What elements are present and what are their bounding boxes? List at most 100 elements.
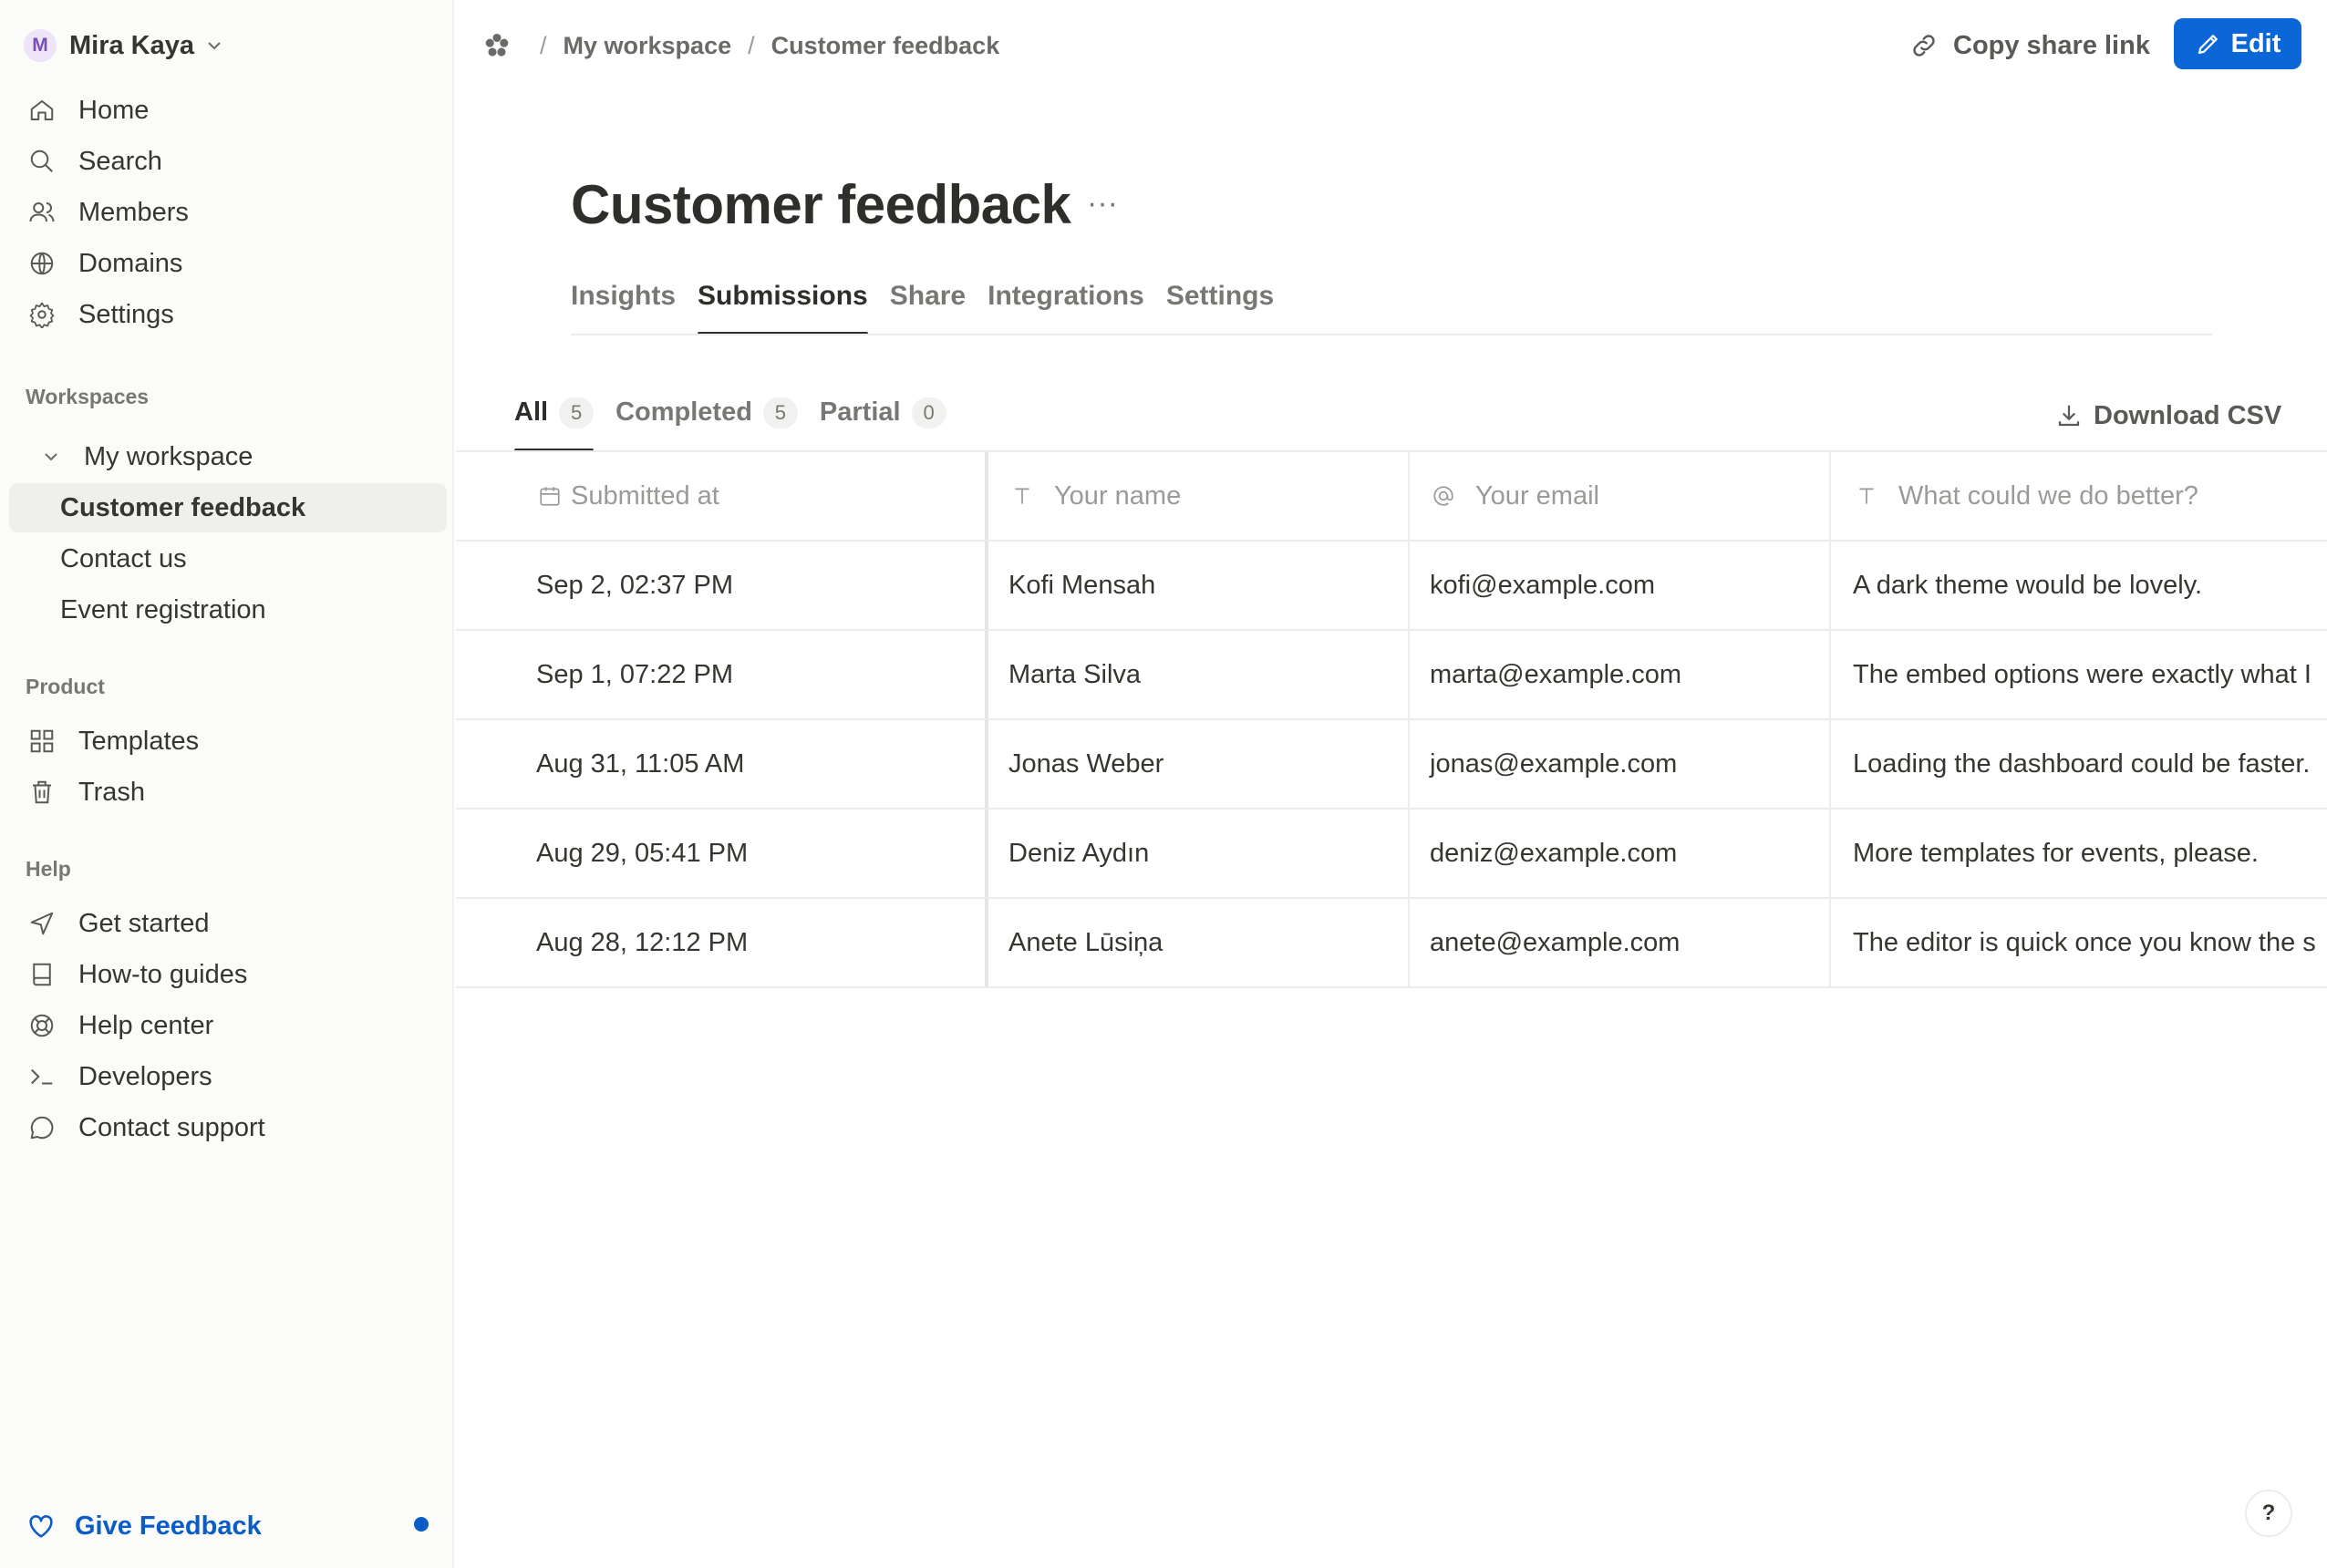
- sidebar-item-contact-support[interactable]: Contact support: [9, 1103, 447, 1152]
- sidebar-item-label: Members: [78, 197, 189, 227]
- chevron-down-icon: [205, 36, 223, 55]
- cell-feedback: The embed options were exactly what I: [1853, 659, 2311, 689]
- sidebar-item-templates[interactable]: Templates: [9, 717, 447, 766]
- sidebar-item-get-started[interactable]: Get started: [9, 899, 447, 948]
- copy-share-link-button[interactable]: Copy share link: [1909, 26, 2150, 66]
- sidebar-item-settings[interactable]: Settings: [9, 290, 447, 339]
- table-row[interactable]: Aug 31, 11:05 AM Jonas Weber jonas@examp…: [456, 720, 2327, 810]
- edit-button[interactable]: Edit: [2174, 18, 2301, 69]
- search-icon: [26, 148, 58, 175]
- copy-share-link-label: Copy share link: [1953, 30, 2150, 60]
- tab-submissions[interactable]: Submissions: [698, 275, 868, 335]
- sidebar-item-label: Get started: [78, 908, 210, 938]
- filter-all[interactable]: All 5: [514, 394, 595, 452]
- more-options-button[interactable]: ···: [1087, 186, 1118, 222]
- sidebar-item-label: Contact support: [78, 1112, 265, 1142]
- column-header-submitted-at[interactable]: Submitted at: [456, 452, 988, 540]
- globe-icon: [26, 250, 58, 277]
- cell-your-email: marta@example.com: [1410, 631, 1831, 718]
- cell-submitted-at: Sep 2, 02:37 PM: [456, 542, 988, 629]
- cell-submitted-at: Aug 31, 11:05 AM: [456, 720, 988, 808]
- table-header-row: Submitted at Your name Your email What c…: [456, 452, 2327, 542]
- heart-icon: [29, 1515, 53, 1538]
- filter-partial[interactable]: Partial 0: [820, 394, 946, 452]
- column-header-label: Your email: [1475, 480, 1599, 511]
- sidebar-item-label: How-to guides: [78, 959, 248, 989]
- sidebar-form-customer-feedback[interactable]: Customer feedback: [9, 483, 447, 532]
- user-menu[interactable]: M Mira Kaya: [24, 26, 223, 66]
- table-row[interactable]: Sep 2, 02:37 PM Kofi Mensah kofi@example…: [456, 542, 2327, 631]
- sidebar-form-event-registration[interactable]: Event registration: [9, 585, 447, 634]
- page-title: Customer feedback: [571, 174, 1071, 235]
- cell-your-name: Jonas Weber: [988, 720, 1410, 808]
- sidebar-item-home[interactable]: Home: [9, 86, 447, 135]
- cell-feedback: The editor is quick once you know the s: [1853, 927, 2316, 957]
- grid-icon: [26, 727, 58, 755]
- terminal-icon: [26, 1063, 58, 1090]
- submission-filters: All 5 Completed 5 Partial 0: [514, 394, 968, 452]
- cell-feedback: Loading the dashboard could be faster.: [1853, 748, 2311, 779]
- cell-your-name: Marta Silva: [988, 631, 1410, 718]
- cell-submitted-at: Aug 29, 05:41 PM: [456, 810, 988, 897]
- cell-your-email: anete@example.com: [1410, 899, 1831, 986]
- give-feedback-button[interactable]: Give Feedback: [26, 1504, 262, 1548]
- workspace-toggle[interactable]: My workspace: [9, 432, 447, 481]
- cell-submitted-at: Sep 1, 07:22 PM: [456, 631, 988, 718]
- help-button[interactable]: ?: [2245, 1490, 2292, 1537]
- trash-icon: [26, 779, 58, 806]
- notification-dot: [414, 1517, 429, 1532]
- members-icon: [26, 199, 58, 226]
- sidebar-item-trash[interactable]: Trash: [9, 768, 447, 817]
- text-type-icon: [1008, 482, 1036, 510]
- breadcrumb-separator: /: [540, 31, 547, 59]
- download-csv-label: Download CSV: [2094, 400, 2282, 430]
- sidebar-item-developers[interactable]: Developers: [9, 1052, 447, 1101]
- sidebar: M Mira Kaya Home Search Members Domains …: [0, 0, 454, 1568]
- tab-share[interactable]: Share: [890, 275, 966, 335]
- workspace-logo-icon: [481, 30, 512, 61]
- column-header-label: Your name: [1054, 480, 1182, 511]
- filter-label: Partial: [819, 397, 901, 427]
- top-bar: / My workspace / Customer feedback Copy …: [456, 0, 2327, 89]
- tab-insights[interactable]: Insights: [571, 275, 676, 335]
- chevron-down-icon: [42, 448, 60, 466]
- column-header-your-name[interactable]: Your name: [988, 452, 1410, 540]
- column-header-label: Submitted at: [571, 480, 719, 511]
- download-csv-button[interactable]: Download CSV: [2055, 396, 2281, 436]
- avatar: M: [24, 29, 57, 62]
- table-row[interactable]: Aug 28, 12:12 PM Anete Lūsiņa anete@exam…: [456, 899, 2327, 988]
- sidebar-item-domains[interactable]: Domains: [9, 239, 447, 288]
- column-header-your-email[interactable]: Your email: [1410, 452, 1831, 540]
- breadcrumb-separator: /: [748, 31, 755, 59]
- breadcrumb-workspace[interactable]: My workspace: [564, 32, 732, 60]
- table-row[interactable]: Aug 29, 05:41 PM Deniz Aydın deniz@examp…: [456, 810, 2327, 899]
- sidebar-item-members[interactable]: Members: [9, 188, 447, 237]
- edit-label: Edit: [2230, 28, 2281, 58]
- tab-settings[interactable]: Settings: [1166, 275, 1274, 335]
- column-header-what-could-we-do-better[interactable]: What could we do better?: [1831, 452, 2327, 540]
- cell-feedback: More templates for events, please.: [1853, 838, 2259, 868]
- gear-icon: [26, 301, 58, 328]
- cell-submitted-at: Aug 28, 12:12 PM: [456, 899, 988, 986]
- help-heading: Help: [26, 857, 71, 881]
- sidebar-item-label: Trash: [78, 777, 146, 807]
- calendar-icon: [536, 482, 564, 510]
- cell-your-email: jonas@example.com: [1410, 720, 1831, 808]
- sidebar-form-contact-us[interactable]: Contact us: [9, 534, 447, 583]
- filter-completed[interactable]: Completed 5: [615, 394, 798, 452]
- cell-feedback: A dark theme would be lovely.: [1853, 570, 2203, 600]
- user-name: Mira Kaya: [69, 30, 195, 60]
- table-row[interactable]: Sep 1, 07:22 PM Marta Silva marta@exampl…: [456, 631, 2327, 720]
- chat-icon: [26, 1114, 58, 1141]
- sidebar-item-help-center[interactable]: Help center: [9, 1001, 447, 1050]
- cell-your-email: deniz@example.com: [1410, 810, 1831, 897]
- form-label: Customer feedback: [60, 492, 306, 522]
- sidebar-item-search[interactable]: Search: [9, 137, 447, 186]
- breadcrumb: / My workspace / Customer feedback: [481, 26, 999, 66]
- count-badge: 0: [911, 397, 946, 428]
- count-badge: 5: [559, 397, 595, 428]
- sidebar-item-how-to-guides[interactable]: How-to guides: [9, 950, 447, 999]
- breadcrumb-form[interactable]: Customer feedback: [771, 32, 1000, 60]
- workspaces-heading: Workspaces: [26, 385, 150, 408]
- tab-integrations[interactable]: Integrations: [988, 275, 1144, 335]
